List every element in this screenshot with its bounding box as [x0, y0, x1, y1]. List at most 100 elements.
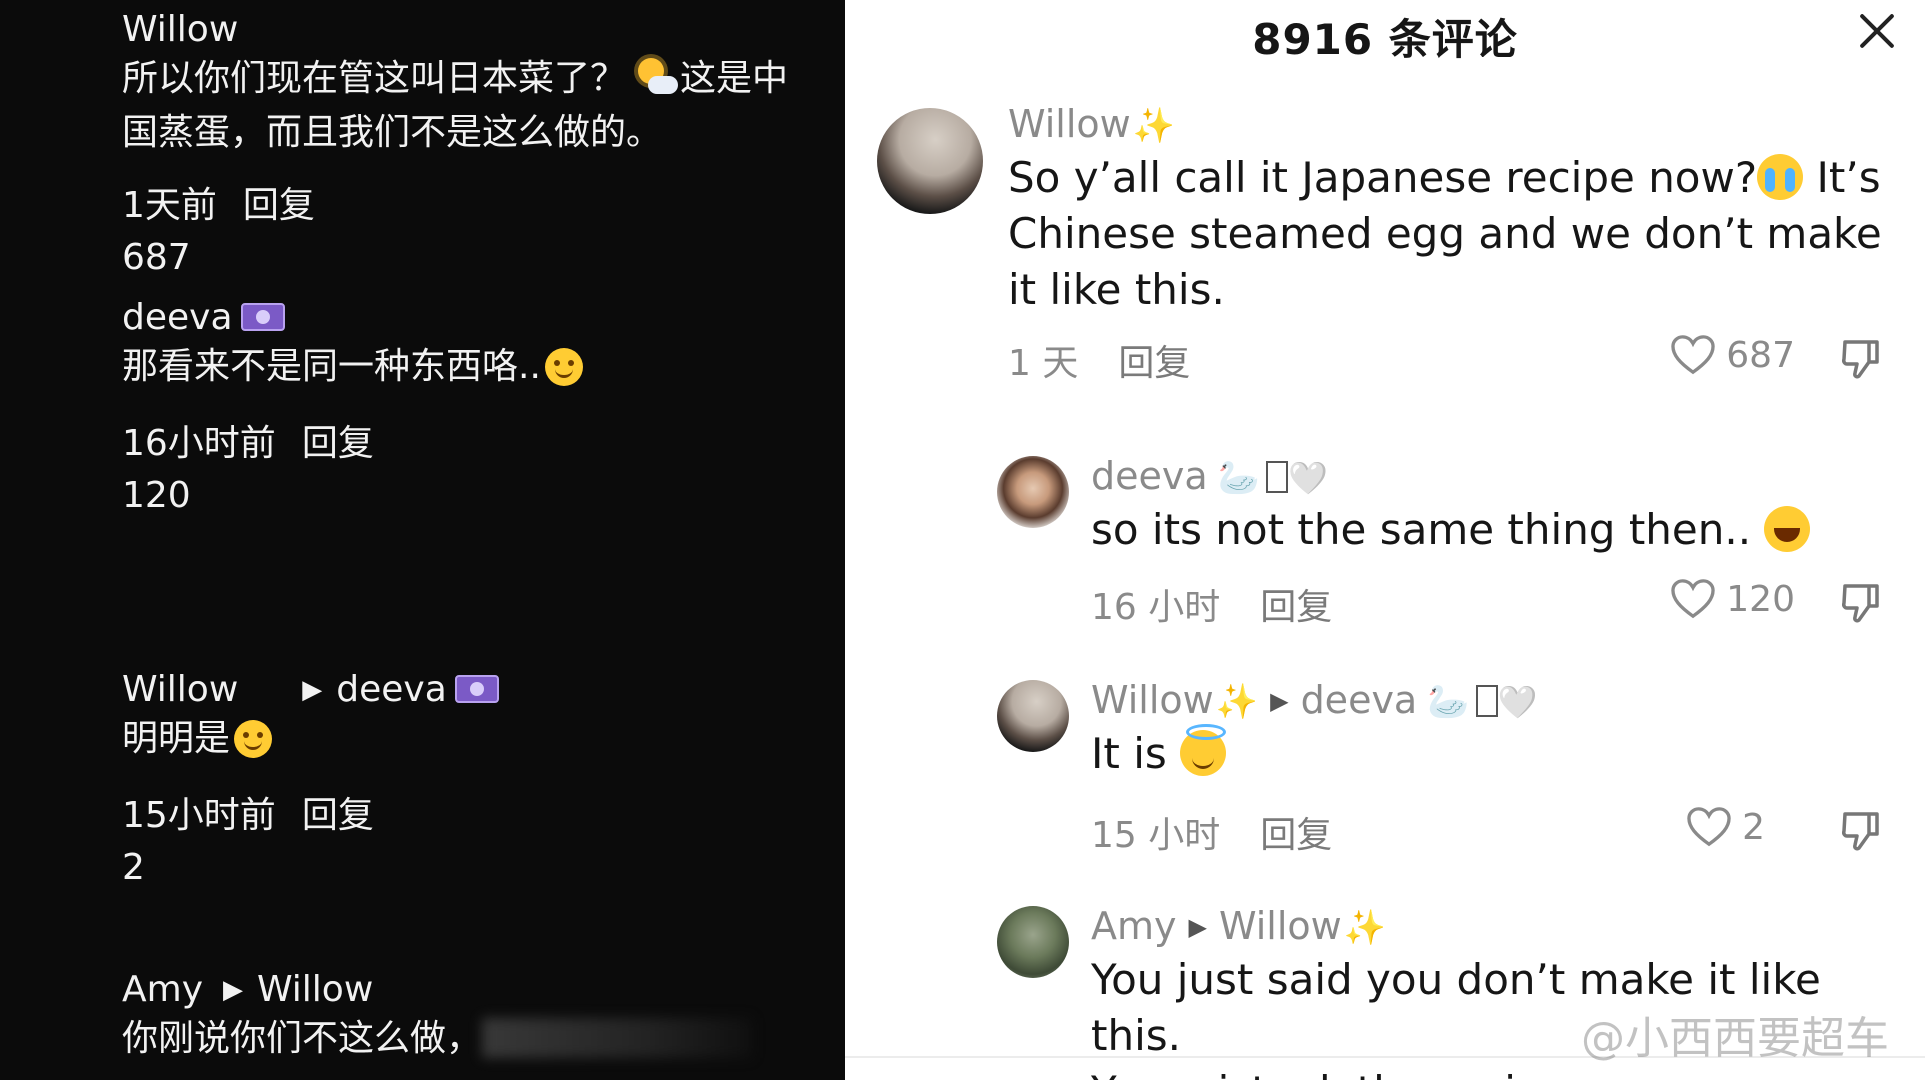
dislike-icon[interactable] [1839, 336, 1883, 380]
like-count: 687 [122, 237, 191, 278]
comment-text-line: 国蒸蛋，而且我们不是这么做的。 [122, 112, 663, 153]
like-count: 120 [1726, 578, 1795, 620]
reply-button[interactable]: 回复 [302, 423, 374, 464]
like-count: 120 [122, 475, 191, 516]
comment-author-row: Amy ▶ Willow✨ [1091, 902, 1885, 952]
comment-text-line: 这是中 [680, 58, 789, 99]
comment-author[interactable]: deeva [122, 297, 233, 338]
reply-button[interactable]: 回复 [302, 795, 374, 836]
missing-glyph-icon [1266, 461, 1288, 493]
reply-arrow-icon: ▶ [223, 975, 243, 1005]
translated-comments-panel: Willow 所以你们现在管这叫日本菜了？ 这是中 国蒸蛋，而且我们不是这么做的。… [0, 0, 845, 1080]
left-comment-2: deeva 那看来不是同一种东西咯.. 16小时前 回复 120 [122, 296, 825, 522]
comment-author[interactable]: Amy [1091, 904, 1177, 948]
sun-behind-cloud-icon [638, 58, 679, 98]
comment-time: 15 小时 [1091, 815, 1221, 856]
comments-count-title: 8916 条评论 [1252, 15, 1518, 64]
comment-time: 16小时前 [122, 423, 276, 464]
comment-author-row: deeva [122, 296, 825, 340]
comment-meta: 1天前 回复 [122, 180, 825, 232]
comment-time: 16 小时 [1091, 587, 1221, 628]
comment-author[interactable]: Willow [1091, 678, 1214, 722]
comment-meta: 16小时前 回复 [122, 418, 825, 470]
comment-author-row: Willow ▶ deeva [122, 668, 825, 712]
comment-body: deeva 🦢 🤍 so its not the same thing then..… [1091, 452, 1885, 628]
reply-button[interactable]: 回复 [243, 185, 315, 226]
swan-icon: 🦢 [1427, 682, 1470, 722]
left-comment-4: Amy ▶ Willow 你刚说你们不这么做， [122, 968, 825, 1066]
halo-face-icon [1180, 724, 1227, 776]
comment-text-line: You mistook the reci [1091, 1067, 1516, 1080]
swan-icon: 🦢 [1217, 458, 1260, 498]
white-heart-icon: 🤍 [1497, 683, 1538, 721]
reply-button[interactable]: 回复 [1118, 343, 1190, 384]
smile-icon [544, 348, 583, 386]
left-comment-1: Willow 所以你们现在管这叫日本菜了？ 这是中 国蒸蛋，而且我们不是这么做的。… [122, 8, 825, 284]
comment-text-line: 你刚说你们不这么做， [122, 1018, 483, 1059]
comment-text-line: So y’all call it Japanese recipe now? [1008, 153, 1758, 202]
reply-target[interactable]: deeva [1301, 678, 1418, 722]
comment-author-row: Amy ▶ Willow [122, 968, 825, 1012]
comment-text-line: 所以你们现在管这叫日本菜了？ [122, 58, 627, 99]
avatar[interactable] [997, 906, 1069, 978]
comments-sheet: 8916 条评论 Willow✨ So y’all call it Japane… [845, 0, 1925, 1080]
white-heart-icon: 🤍 [1288, 459, 1328, 497]
comment-meta: 15小时前 回复 [122, 790, 825, 842]
reply-target[interactable]: Willow [1219, 904, 1342, 948]
heart-icon [1671, 335, 1715, 375]
smile-icon [234, 720, 273, 758]
comment-meta: 1 天回复 687 [1008, 334, 1885, 384]
comment-body: Willow✨ So y’all call it Japanese recipe… [1008, 100, 1885, 384]
sparkles-icon: ✨ [1343, 908, 1387, 948]
like-button[interactable]: 687 [1670, 334, 1795, 376]
reply-button[interactable]: 回复 [1260, 815, 1332, 856]
comment-text: 那看来不是同一种东西咯.. [122, 340, 825, 394]
reply-arrow-icon: ▶ [1188, 913, 1207, 941]
avatar[interactable] [997, 456, 1069, 528]
comment-author[interactable]: Willow [122, 669, 238, 710]
heart-icon [1671, 579, 1715, 619]
money-icon [454, 675, 499, 703]
money-icon [240, 303, 285, 331]
dislike-icon[interactable] [1839, 580, 1883, 624]
comment-text: 所以你们现在管这叫日本菜了？ 这是中 国蒸蛋，而且我们不是这么做的。 [122, 52, 825, 160]
comment-time: 1 天 [1008, 343, 1079, 384]
reply-arrow-icon: ▶ [1270, 687, 1289, 715]
blurred-text [482, 1018, 753, 1058]
comment-text: So y’all call it Japanese recipe now? It… [1008, 150, 1885, 318]
comment-text: It is [1091, 724, 1885, 782]
comment-author[interactable]: Willow [1008, 102, 1131, 146]
sparkles-icon: ✨ [1132, 106, 1176, 146]
comment-author-row: Willow✨ ▶ deeva 🦢 🤍 [1091, 676, 1885, 726]
avatar[interactable] [877, 108, 983, 214]
comment-meta: 15 小时 回复 2 [1091, 806, 1885, 856]
reply-target[interactable]: Willow [257, 969, 373, 1010]
comment-text: so its not the same thing then.. [1091, 502, 1885, 558]
comment-meta: 16 小时 回复 120 [1091, 578, 1885, 628]
comment-author[interactable]: Amy [122, 969, 203, 1010]
comment-author-row: deeva 🦢 🤍 [1091, 452, 1885, 502]
reply-arrow-icon: ▶ [302, 675, 323, 705]
comment-text-line: 那看来不是同一种东西咯.. [122, 346, 541, 387]
comment-author[interactable]: Willow [122, 8, 825, 52]
like-count: 687 [1726, 334, 1795, 376]
comment-author-row: Willow✨ [1008, 100, 1885, 150]
left-comment-3: Willow ▶ deeva 明明是 15小时前 回复 2 [122, 668, 825, 894]
heart-icon [1687, 807, 1731, 847]
like-count: 2 [122, 847, 145, 888]
comment-body: Willow✨ ▶ deeva 🦢 🤍 It is 15 小时 回复 2 [1091, 676, 1885, 856]
avatar[interactable] [997, 680, 1069, 752]
reply-button[interactable]: 回复 [1260, 587, 1332, 628]
crying-face-icon [1757, 154, 1804, 200]
comment-time: 1天前 [122, 185, 217, 226]
dislike-icon[interactable] [1839, 808, 1883, 852]
like-count: 2 [1742, 806, 1765, 848]
close-icon[interactable] [1857, 10, 1897, 50]
like-button[interactable]: 120 [1670, 578, 1795, 620]
missing-glyph-icon [1475, 685, 1498, 717]
reply-target[interactable]: deeva [336, 669, 447, 710]
comment-author[interactable]: deeva [1091, 454, 1208, 498]
comment-text-line: 明明是 [122, 718, 231, 759]
like-button[interactable]: 2 [1686, 806, 1765, 848]
comment-text: 明明是 [122, 712, 825, 766]
